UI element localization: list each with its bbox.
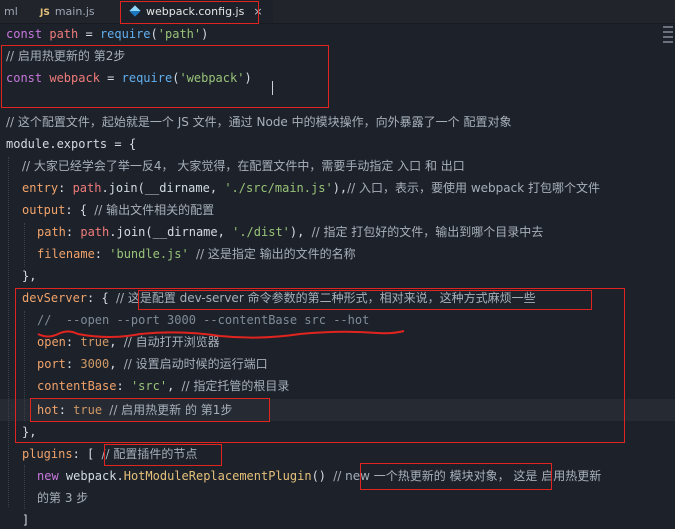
code-line: module.exports = { [6,137,137,151]
tab-bar: ml JS main.js webpack.config.js × [0,0,675,24]
tab-partial[interactable]: ml [4,0,18,23]
code-line: entry: path.join(__dirname, './src/main.… [22,181,601,195]
webpack-file-icon [129,5,141,17]
code-line: // 大家已经学会了举一反4， 大家觉得，在配置文件中，需要手动指定 入口 和 … [22,159,465,173]
code-line: // 这个配置文件，起始就是一个 JS 文件，通过 Node 中的模块操作，向外… [6,115,512,129]
code-line: output: { // 输出文件相关的配置 [22,203,215,217]
code-line: path: path.join(__dirname, './dist'), //… [37,225,544,239]
code-line: contentBase: 'src', // 指定托管的根目录 [37,379,290,393]
code-line: ] [22,513,30,527]
code-line: const webpack = require('webpack') [6,71,252,85]
indent-guide [24,223,25,267]
code-line: }, [22,269,37,283]
mouse-cursor [272,81,279,95]
indent-guide [8,157,9,507]
code-line: const path = require('path') [6,27,209,41]
code-line: // --open --port 3000 --contentBase src … [37,313,370,327]
tab-label: ml [4,5,18,18]
code-line: // 启用热更新的 第2步 [6,49,126,63]
code-line: open: true, // 自动打开浏览器 [37,335,220,349]
tab-main-js[interactable]: JS main.js [40,0,95,23]
code-line: devServer: { // 这是配置 dev-server 命令参数的第二种… [22,291,536,305]
minimap[interactable] [661,23,675,63]
tab-webpack-config[interactable]: webpack.config.js × [120,0,273,23]
tab-label: main.js [54,5,95,18]
code-line: port: 3000, // 设置启动时候的运行端口 [37,357,268,371]
js-file-icon: JS [40,8,50,18]
indent-guide [24,311,25,421]
code-line: plugins: [ // 配置插件的节点 [22,447,198,461]
code-line: 的第 3 步 [37,491,89,505]
code-line: }, [22,425,37,439]
close-icon[interactable]: × [253,5,262,18]
tab-label: webpack.config.js [146,5,245,18]
code-line: hot: true // 启用热更新 的 第1步 [37,403,233,417]
code-line: filename: 'bundle.js' // 这是指定 输出的文件的名称 [37,247,356,261]
code-line: new webpack.HotModuleReplacementPlugin()… [37,469,602,483]
indent-guide [24,465,25,509]
